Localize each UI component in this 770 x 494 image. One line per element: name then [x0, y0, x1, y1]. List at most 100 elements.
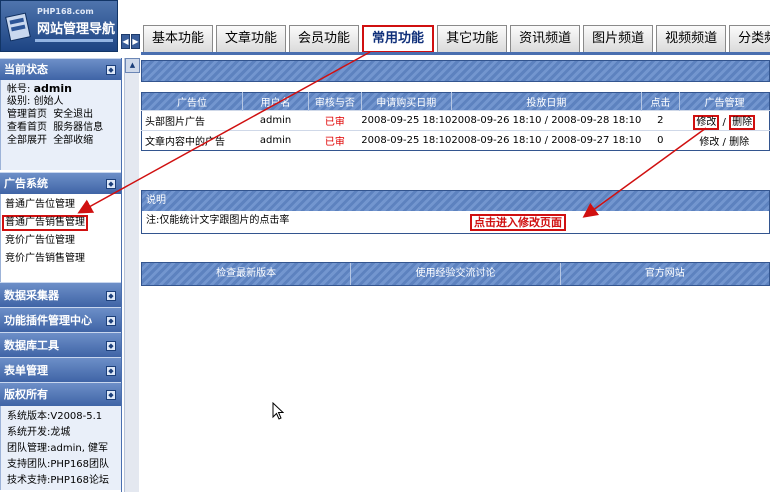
main-content: 广告位 用户名 审核与否 申请购买日期 投放日期 点击 广告管理 头部图片广告 … — [141, 58, 770, 494]
official-site-link[interactable]: 官方网站 — [561, 263, 769, 285]
cell-period: 2008-09-26 18:10 / 2008-09-27 18:10 — [451, 130, 642, 151]
cell-user: admin — [242, 130, 309, 151]
sidebar-section-plugins[interactable]: 功能插件管理中心 ◆ — [0, 307, 121, 332]
sidebar-section-ad[interactable]: 广告系统 ◆ — [0, 172, 121, 194]
expand-all-link[interactable]: 全部展开 — [7, 135, 47, 146]
logo-site: PHP168.com — [37, 7, 94, 16]
cell-period: 2008-09-26 18:10 / 2008-09-28 18:10 — [451, 110, 642, 131]
main-tabs: 基本功能 文章功能 会员功能 常用功能 其它功能 资讯频道 图片频道 视频频道 … — [143, 25, 770, 53]
delete-link[interactable]: 删除 — [729, 137, 749, 148]
cell-clicks: 0 — [641, 130, 680, 151]
note-body: 注:仅能统计文字跟图片的点击率 点击进入修改页面 — [142, 211, 769, 233]
collapse-icon[interactable]: ◆ — [106, 179, 116, 189]
sidebar-section-database[interactable]: 数据库工具 ◆ — [0, 332, 121, 357]
tab-member[interactable]: 会员功能 — [289, 25, 360, 53]
tab-photo[interactable]: 图片频道 — [583, 25, 654, 53]
sidebar-section-collector[interactable]: 数据采集器 ◆ — [0, 282, 121, 307]
info-row: 系统版本:V2008-5.1 — [7, 411, 103, 422]
note-text: 注:仅能统计文字跟图片的点击率 — [146, 215, 290, 226]
info-row: 团队管理:admin, 健军 — [7, 443, 109, 454]
cell-apply-date: 2008-09-25 18:10 — [361, 130, 452, 151]
link-row: 全部展开 全部收缩 — [7, 134, 117, 147]
tab-common[interactable]: 常用功能 — [362, 25, 435, 53]
logo-title: 网站管理导航 — [37, 22, 116, 37]
collapse-icon[interactable]: ◆ — [106, 390, 116, 400]
logo-mark-icon — [5, 12, 31, 42]
sidebar-item-bid-slots[interactable]: 竞价广告位管理 — [5, 232, 119, 250]
cell-status: 已审 — [308, 110, 362, 131]
tab-other[interactable]: 其它功能 — [437, 25, 508, 53]
note-panel: 说明 注:仅能统计文字跟图片的点击率 点击进入修改页面 — [141, 190, 770, 234]
sidebar-scrollbar[interactable]: ▲ — [124, 58, 140, 492]
tab-video[interactable]: 视频频道 — [656, 25, 727, 53]
sidebar-item-bid-sales[interactable]: 竞价广告销售管理 — [5, 250, 119, 268]
forum-link[interactable]: 使用经验交流讨论 — [351, 263, 561, 285]
sidebar-section-forms[interactable]: 表单管理 ◆ — [0, 357, 121, 382]
cell-slot: 文章内容中的广告 — [141, 130, 243, 151]
copyright-panel: 系统版本:V2008-5.1 系统开发:龙城 团队管理:admin, 健军 支持… — [0, 406, 121, 490]
callout-label: 点击进入修改页面 — [470, 214, 566, 231]
sidebar-section-status[interactable]: 当前状态 ◆ — [0, 58, 121, 80]
column-header: 用户名 — [242, 92, 310, 111]
ad-sales-table: 广告位 用户名 审核与否 申请购买日期 投放日期 点击 广告管理 头部图片广告 … — [141, 92, 770, 151]
account-label: 帐号: — [7, 84, 31, 95]
sidebar-section-copyright[interactable]: 版权所有 ◆ — [0, 382, 121, 406]
collapse-all-link[interactable]: 全部收缩 — [53, 135, 93, 146]
sidebar: 当前状态 ◆ 帐号: admin 级别: 创始人 管理首页 安全退出 查看首页 … — [0, 58, 122, 492]
view-home-link[interactable]: 查看首页 — [7, 122, 47, 133]
logo-underline — [35, 39, 113, 42]
column-header: 点击 — [641, 92, 680, 111]
sidebar-item-ad-slots[interactable]: 普通广告位管理 — [5, 196, 119, 214]
link-row: 管理首页 安全退出 — [7, 108, 117, 121]
column-header: 审核与否 — [308, 92, 362, 111]
expand-icon[interactable]: ◆ — [106, 341, 116, 351]
tab-scroll-right-icon[interactable]: ▶ — [131, 34, 140, 49]
edit-link[interactable]: 修改 — [699, 137, 719, 148]
table-header-row: 广告位 用户名 审核与否 申请购买日期 投放日期 点击 广告管理 — [141, 92, 770, 111]
tab-category[interactable]: 分类频道 — [729, 25, 770, 53]
section-title: 当前状态 — [4, 63, 48, 76]
level-row: 级别: 创始人 — [7, 96, 64, 107]
expand-icon[interactable]: ◆ — [106, 366, 116, 376]
account-value: admin — [33, 82, 72, 95]
account-row: 帐号: admin — [7, 82, 117, 95]
separator: / — [722, 117, 726, 128]
link-row: 查看首页 服务器信息 — [7, 121, 117, 134]
section-title: 数据库工具 — [4, 339, 59, 352]
expand-icon[interactable]: ◆ — [106, 316, 116, 326]
cell-clicks: 2 — [641, 110, 680, 131]
collapse-icon[interactable]: ◆ — [106, 65, 116, 75]
tab-article[interactable]: 文章功能 — [216, 25, 287, 53]
note-title: 说明 — [142, 191, 769, 211]
server-info-link[interactable]: 服务器信息 — [53, 122, 103, 133]
sidebar-item-ad-sales[interactable]: 普通广告销售管理 — [2, 214, 119, 232]
expand-icon[interactable]: ◆ — [106, 291, 116, 301]
logout-link[interactable]: 安全退出 — [53, 109, 93, 120]
tab-scroll-arrows: ◀ ▶ — [121, 34, 141, 49]
check-version-link[interactable]: 检查最新版本 — [142, 263, 352, 285]
section-title: 版权所有 — [4, 388, 48, 401]
logo: PHP168.com 网站管理导航 — [0, 0, 118, 52]
scroll-up-icon[interactable]: ▲ — [125, 58, 140, 73]
delete-link[interactable]: 删除 — [729, 115, 756, 130]
title-stripe — [141, 60, 770, 82]
cell-actions: 修改 / 删除 — [679, 110, 770, 131]
admin-home-link[interactable]: 管理首页 — [7, 109, 47, 120]
cell-actions: 修改 / 删除 — [679, 130, 770, 151]
cell-user: admin — [242, 110, 309, 131]
column-header: 广告位 — [141, 92, 243, 111]
info-row: 技术支持:PHP168论坛 — [7, 475, 110, 486]
top-bar: PHP168.com 网站管理导航 ◀ ▶ 基本功能 文章功能 会员功能 常用功… — [0, 0, 770, 56]
tab-news[interactable]: 资讯频道 — [510, 25, 581, 53]
column-header: 申请购买日期 — [361, 92, 452, 111]
tab-underline — [141, 52, 770, 55]
edit-link[interactable]: 修改 — [693, 115, 720, 130]
ad-menu: 普通广告位管理 普通广告销售管理 竞价广告位管理 竞价广告销售管理 — [0, 194, 121, 282]
separator: / — [722, 137, 726, 148]
highlight-box[interactable]: 普通广告销售管理 — [2, 215, 88, 231]
section-title: 数据采集器 — [4, 289, 59, 302]
table-row: 文章内容中的广告 admin 已审 2008-09-25 18:10 2008-… — [141, 130, 770, 151]
tab-basic[interactable]: 基本功能 — [143, 25, 214, 53]
section-title: 广告系统 — [4, 177, 48, 190]
tab-scroll-left-icon[interactable]: ◀ — [121, 34, 130, 49]
